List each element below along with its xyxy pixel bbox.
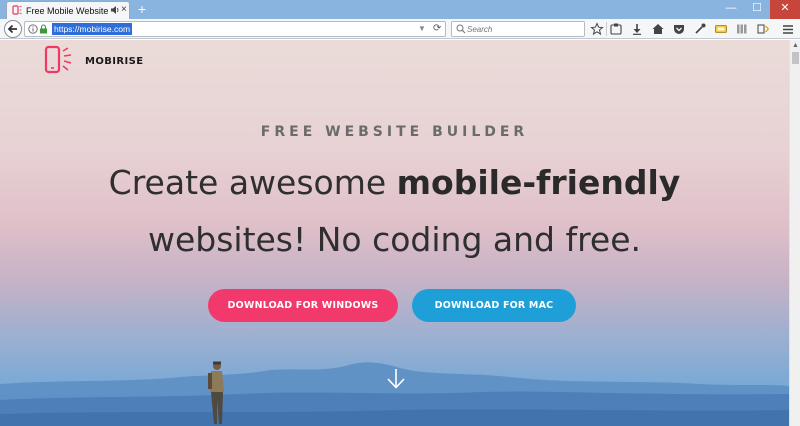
tab-strip: Free Mobile Website Bu × + — ☐ ✕: [0, 0, 800, 19]
sidebar-icon[interactable]: [756, 22, 770, 36]
lock-icon[interactable]: [39, 24, 48, 34]
web-page: MOBIRISE FREE WEBSITE BUILDER Create awe…: [0, 40, 789, 426]
url-text[interactable]: https://mobirise.com: [52, 23, 133, 35]
info-icon[interactable]: [28, 24, 38, 34]
headline-bold-text: mobile-friendly: [396, 163, 681, 202]
close-window-button[interactable]: ✕: [770, 0, 800, 19]
reading-list-icon[interactable]: [609, 22, 623, 36]
headline-light-text: Create awesome: [108, 163, 397, 202]
maximize-button[interactable]: ☐: [744, 0, 770, 19]
history-dropdown-icon[interactable]: ▼: [418, 23, 428, 35]
search-bar[interactable]: [451, 21, 585, 37]
speaker-icon[interactable]: [110, 5, 120, 15]
scrollbar-thumb[interactable]: [792, 52, 799, 64]
download-mac-button[interactable]: DOWNLOAD FOR MAC: [412, 289, 576, 322]
home-icon[interactable]: [651, 22, 665, 36]
menu-icon[interactable]: [781, 22, 795, 36]
close-tab-icon[interactable]: ×: [121, 4, 130, 16]
hero-headline-line1: Create awesome mobile-friendly: [0, 163, 789, 202]
logo-text[interactable]: MOBIRISE: [85, 56, 143, 67]
tab-title: Free Mobile Website Bu: [26, 6, 108, 16]
new-tab-button[interactable]: +: [135, 1, 149, 17]
toolbar-separator: [606, 22, 607, 36]
scroll-up-icon[interactable]: ▲: [791, 42, 800, 50]
back-button[interactable]: [4, 20, 22, 38]
download-windows-button[interactable]: DOWNLOAD FOR WINDOWS: [208, 289, 398, 322]
pocket-icon[interactable]: [672, 22, 686, 36]
page-scrollbar[interactable]: ▲: [789, 40, 800, 426]
library-icon[interactable]: [735, 22, 749, 36]
navigation-bar: https://mobirise.com ▼ ⟳: [0, 19, 800, 39]
reload-icon[interactable]: ⟳: [433, 23, 445, 35]
scroll-down-arrow-icon[interactable]: [386, 368, 406, 390]
hiker-figure: [208, 361, 224, 424]
eyedropper-icon[interactable]: [693, 22, 707, 36]
star-icon[interactable]: [590, 22, 604, 36]
hero-eyebrow: FREE WEBSITE BUILDER: [260, 124, 529, 140]
download-icon[interactable]: [630, 22, 644, 36]
address-bar[interactable]: https://mobirise.com ▼ ⟳: [24, 21, 446, 37]
hero-headline-line2: websites! No coding and free.: [147, 220, 642, 259]
minimize-button[interactable]: —: [718, 0, 744, 19]
mobirise-logo-icon[interactable]: [43, 45, 77, 75]
extension-icon[interactable]: [714, 22, 728, 36]
search-input[interactable]: [467, 23, 579, 35]
mobirise-favicon-icon: [12, 5, 22, 15]
back-arrow-icon: [7, 24, 17, 34]
browser-tab[interactable]: Free Mobile Website Bu ×: [6, 1, 130, 19]
search-icon: [456, 24, 466, 34]
